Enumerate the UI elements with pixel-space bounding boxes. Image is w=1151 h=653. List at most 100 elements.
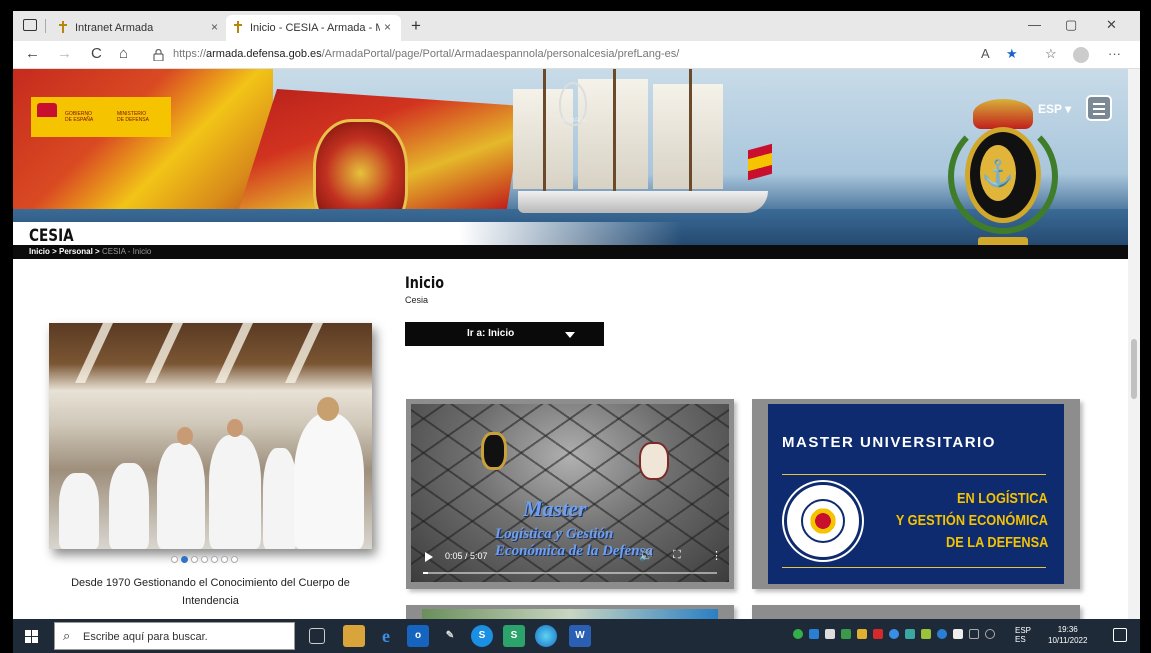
favorites-icon[interactable]: ☆ xyxy=(1045,46,1057,62)
page-title: Inicio xyxy=(405,273,445,292)
video-more-icon[interactable]: ⋮ xyxy=(711,549,722,562)
input-language[interactable]: ESP ES xyxy=(1015,626,1031,644)
tray-app-icon[interactable] xyxy=(857,629,867,639)
favorite-star-icon[interactable]: ★ xyxy=(1006,46,1018,62)
url-field[interactable]: https://armada.defensa.gob.es/ArmadaPort… xyxy=(173,48,679,60)
green-app-icon[interactable]: S xyxy=(503,625,525,647)
new-tab-button[interactable]: + xyxy=(411,16,421,36)
tray-app-icon[interactable] xyxy=(921,629,931,639)
tab-intranet-armada[interactable]: Intranet Armada × xyxy=(51,15,226,41)
skype-icon[interactable]: S xyxy=(471,625,493,647)
tab-close-icon[interactable]: × xyxy=(384,20,391,34)
tab-close-icon[interactable]: × xyxy=(211,20,218,34)
url-path: /ArmadaPortal/page/Portal/Armadaespannol… xyxy=(321,48,680,60)
tray-security-icon[interactable] xyxy=(793,629,803,639)
file-explorer-icon[interactable] xyxy=(343,625,365,647)
tray-app-icon[interactable] xyxy=(905,629,915,639)
search-icon: ⌕ xyxy=(63,628,71,643)
url-domain: armada.defensa.gob.es xyxy=(206,48,322,60)
presenting-woman xyxy=(294,413,364,549)
home-button[interactable]: ⌂ xyxy=(119,45,128,62)
carousel-dot[interactable] xyxy=(201,556,208,563)
notification-center-icon[interactable] xyxy=(1113,628,1127,642)
ship-mast xyxy=(689,69,692,194)
tray-app-icon[interactable] xyxy=(841,629,851,639)
fullscreen-icon[interactable]: ⛶ xyxy=(673,549,681,562)
carousel-dot[interactable] xyxy=(171,556,178,563)
gold-rule xyxy=(782,474,1046,475)
master-universitario-card[interactable]: MASTER UNIVERSITARIO EN LOGÍSTICA Y GEST… xyxy=(752,399,1080,589)
video-card[interactable]: Master Logística y Gestión Económica de … xyxy=(406,399,734,589)
content-card-4[interactable] xyxy=(752,605,1080,619)
carousel-caption: Desde 1970 Gestionando el Conocimiento d… xyxy=(71,577,350,607)
master-title: MASTER UNIVERSITARIO xyxy=(782,434,996,451)
word-icon[interactable]: W xyxy=(569,625,591,647)
tab-inicio-cesia[interactable]: Inicio - CESIA - Armada - Ministe × xyxy=(226,15,401,41)
profile-avatar[interactable] xyxy=(1073,47,1089,63)
forward-button[interactable]: → xyxy=(57,45,72,62)
lock-icon[interactable] xyxy=(153,49,164,61)
volume-icon[interactable]: 🔊 xyxy=(639,549,653,562)
page-scrollbar[interactable] xyxy=(1128,69,1140,619)
settings-more-icon[interactable]: ··· xyxy=(1108,46,1121,61)
edge-icon[interactable] xyxy=(535,625,557,647)
gold-rule xyxy=(782,567,1046,568)
spain-shield-icon xyxy=(37,103,57,131)
app-icon[interactable]: ✎ xyxy=(439,625,461,647)
content-card-3[interactable] xyxy=(406,605,734,619)
university-seal-icon xyxy=(784,482,862,560)
stern-flag xyxy=(748,143,772,181)
master-line1: EN LOGÍSTICA xyxy=(957,490,1048,507)
gobierno-ministerio-logo[interactable]: GOBIERNO DE ESPAÑA MINISTERIO DE DEFENSA xyxy=(31,97,171,137)
tray-app-icon[interactable] xyxy=(889,629,899,639)
breadcrumb-link-inicio[interactable]: Inicio xyxy=(29,247,50,256)
task-view-icon[interactable] xyxy=(309,628,325,644)
tray-app-icon[interactable] xyxy=(873,629,883,639)
tray-app-icon[interactable] xyxy=(825,629,835,639)
tray-app-icon[interactable] xyxy=(937,629,947,639)
main-content: Inicio Cesia Ir a: Inicio Desde 1970 Ges… xyxy=(13,259,1128,619)
play-icon[interactable] xyxy=(425,552,433,562)
windows-taskbar: ⌕ Escribe aquí para buscar. e o ✎ S S W … xyxy=(13,619,1140,653)
reload-button[interactable]: C xyxy=(91,45,102,62)
scrollbar-thumb[interactable] xyxy=(1131,339,1137,399)
officer-head xyxy=(177,427,193,445)
breadcrumb: Inicio > Personal > CESIA - Inicio xyxy=(29,247,151,256)
hamburger-menu-icon[interactable] xyxy=(1086,95,1112,121)
photo-carousel[interactable] xyxy=(49,323,372,549)
taskbar-search[interactable]: ⌕ Escribe aquí para buscar. xyxy=(54,622,295,650)
internet-explorer-icon[interactable]: e xyxy=(375,625,397,647)
outlook-icon[interactable]: o xyxy=(407,625,429,647)
browser-window: Intranet Armada × Inicio - CESIA - Armad… xyxy=(13,11,1140,619)
video-player[interactable]: Master Logística y Gestión Económica de … xyxy=(411,404,729,582)
ceiling-light xyxy=(285,323,323,383)
maximize-button[interactable]: ▢ xyxy=(1065,17,1077,33)
armada-logo[interactable]: ARMADA xyxy=(559,82,587,126)
carousel-dot[interactable] xyxy=(211,556,218,563)
taskbar-clock[interactable]: 19:36 10/11/2022 xyxy=(1048,624,1087,646)
video-crest-right xyxy=(639,442,669,480)
minimize-button[interactable]: — xyxy=(1028,17,1041,32)
woman-head xyxy=(317,397,339,421)
carousel-dot[interactable] xyxy=(231,556,238,563)
taskbar-search-placeholder: Escribe aquí para buscar. xyxy=(83,631,208,643)
armada-favicon-icon xyxy=(234,21,242,33)
back-button[interactable]: ← xyxy=(25,45,40,62)
carousel-dot-active[interactable] xyxy=(181,556,188,563)
video-progress-bar[interactable] xyxy=(423,572,717,574)
close-window-button[interactable]: ✕ xyxy=(1106,17,1117,33)
tray-battery-icon[interactable] xyxy=(953,629,963,639)
tray-app-icon[interactable] xyxy=(809,629,819,639)
windows-start-icon[interactable] xyxy=(25,630,38,643)
goto-dropdown[interactable]: Ir a: Inicio xyxy=(405,322,604,346)
tray-pen-icon[interactable] xyxy=(969,629,979,639)
language-selector[interactable]: ESP ▾ xyxy=(1038,102,1071,116)
caret-down-icon xyxy=(565,332,575,338)
tray-volume-icon[interactable] xyxy=(985,629,995,639)
read-aloud-icon[interactable]: A xyxy=(981,46,990,61)
video-title-master: Master xyxy=(523,496,587,521)
tab-actions-icon[interactable] xyxy=(23,19,37,31)
breadcrumb-link-personal[interactable]: Personal xyxy=(59,247,93,256)
carousel-dot[interactable] xyxy=(221,556,228,563)
carousel-dot[interactable] xyxy=(191,556,198,563)
